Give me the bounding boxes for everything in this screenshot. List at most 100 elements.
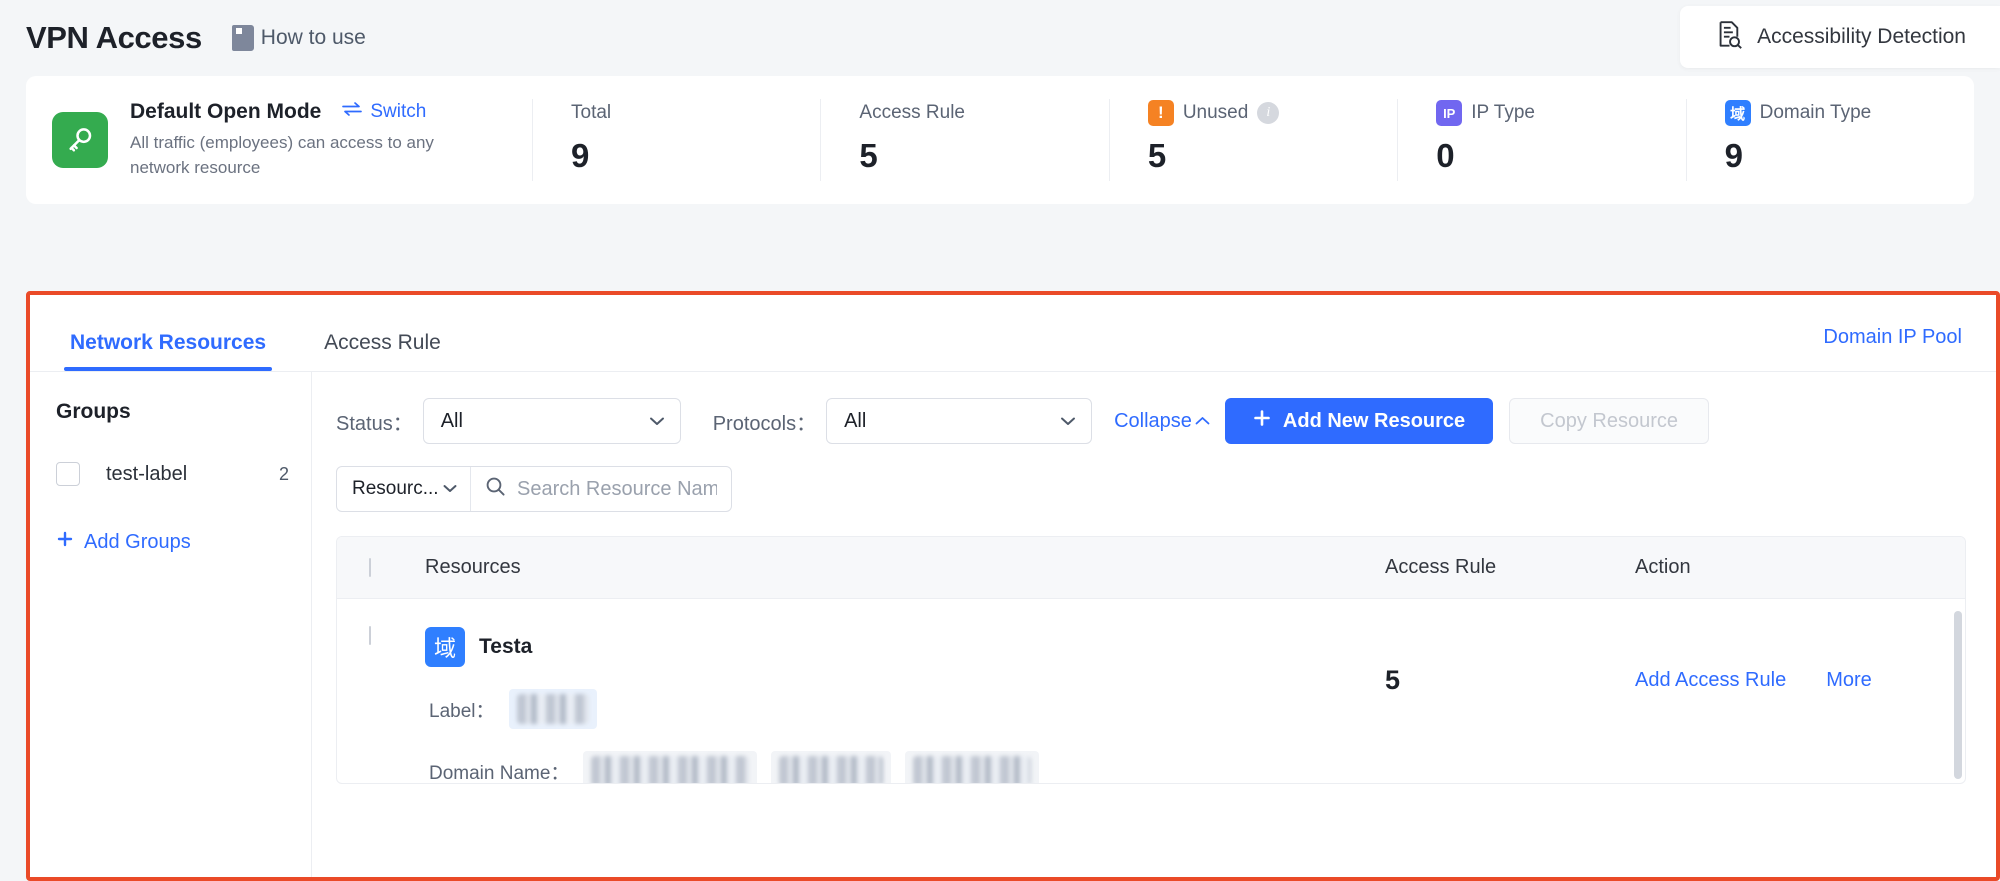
stat-label: Unused [1182,102,1249,123]
panel-body: Groups test-label 2 Add Groups Status： A… [30,371,1996,877]
mode-title: Default Open Mode [130,100,322,124]
resource-name: Testa [479,635,533,658]
stat-access-rule: Access Rule 5 [820,99,1108,181]
stat-ip-type: IP IP Type 0 [1397,99,1685,181]
table-vertical-scrollbar[interactable] [1954,611,1962,779]
domain-value-redacted [905,751,1040,783]
resource-label-field: Label： [429,700,495,722]
stat-unused: ! Unused i 5 [1108,99,1397,181]
row-checkbox[interactable] [369,626,371,645]
chevron-down-icon [1059,410,1077,433]
swap-arrows-icon [341,101,363,123]
chevron-down-icon [442,478,458,500]
add-groups-label: Add Groups [84,530,191,553]
domain-ip-pool-link[interactable]: Domain IP Pool [1823,326,1962,349]
search-group: Resourc... [336,466,732,512]
stat-label: IP Type [1471,102,1535,123]
domain-type-icon: 域 [425,627,465,667]
copy-resource-button[interactable]: Copy Resource [1509,398,1710,444]
group-checkbox[interactable] [56,462,80,486]
status-filter-label: Status： [336,412,413,435]
select-all-cell [369,557,425,577]
switch-mode-link[interactable]: Switch [341,101,426,123]
add-new-resource-button[interactable]: Add New Resource [1224,398,1494,444]
stat-value: 5 [859,137,878,174]
search-row: Resourc... [336,466,1966,512]
key-icon [52,112,108,168]
chevron-down-icon [648,410,666,433]
select-all-checkbox[interactable] [369,557,371,577]
search-input-wrap [471,467,731,511]
column-header-action: Action [1635,556,1691,578]
stat-domain-type: 域 Domain Type 9 [1685,99,1974,181]
stat-label: Domain Type [1759,102,1872,123]
panel-tabs: Network Resources Access Rule Domain IP … [30,295,1996,371]
info-icon[interactable]: i [1257,102,1280,124]
chevron-up-icon [1194,410,1211,433]
resources-panel: Network Resources Access Rule Domain IP … [26,291,2000,881]
resources-table: Resources Access Rule Action 域 Testa Lab… [336,536,1966,784]
resource-label-row: Label： [429,689,1385,729]
accessibility-detection-button[interactable]: Accessibility Detection [1680,6,2000,68]
status-filter-select[interactable]: All [422,398,681,444]
search-icon [485,476,506,502]
more-actions-link[interactable]: More [1826,669,1872,692]
row-action-cell: Add Access Rule More [1635,627,1965,783]
resource-domain-field: Domain Name： [429,762,570,784]
search-kind-select[interactable]: Resourc... [337,467,471,511]
default-mode-block: Default Open Mode Switch All traffic (em… [52,100,532,179]
search-kind-value: Resourc... [352,478,439,499]
summary-card: Default Open Mode Switch All traffic (em… [26,76,1974,204]
content-pane: Status： All Protocols： All Collapse Add … [312,372,1996,877]
how-to-use-link[interactable]: How to use [231,25,366,51]
stat-total: Total 9 [532,99,820,181]
table-header-row: Resources Access Rule Action [337,537,1965,599]
accessibility-detection-label: Accessibility Detection [1757,25,1966,48]
warning-badge-icon: ! [1147,100,1174,126]
domain-value-redacted [583,751,758,783]
group-item-count: 2 [278,463,289,484]
resource-label-value-redacted [508,689,597,729]
book-icon [231,25,254,51]
mode-description: All traffic (employees) can access to an… [130,133,434,177]
mode-text: Default Open Mode Switch All traffic (em… [130,100,460,179]
domain-value-redacted [771,751,892,783]
search-input[interactable] [517,477,717,501]
stat-value: 0 [1436,137,1455,174]
group-item-test-label[interactable]: test-label 2 [56,462,289,486]
collapse-toggle[interactable]: Collapse [1114,410,1211,433]
groups-pane: Groups test-label 2 Add Groups [30,372,312,877]
add-access-rule-link[interactable]: Add Access Rule [1635,669,1786,692]
document-search-icon [1716,20,1743,54]
table-row: 域 Testa Label： Domain Name： 5 Add Access… [337,599,1965,784]
page-header: VPN Access How to use Accessibility Dete… [0,0,2000,76]
protocols-filter-value: All [844,409,867,432]
column-header-access-rule: Access Rule [1385,556,1497,578]
stat-value: 9 [1724,137,1743,174]
resource-domain-row: Domain Name： [429,751,1385,784]
access-rule-count: 5 [1385,665,1401,695]
add-groups-button[interactable]: Add Groups [56,530,289,554]
row-access-rule-cell: 5 [1385,627,1635,783]
tab-network-resources[interactable]: Network Resources [64,331,273,371]
stat-label: Access Rule [859,102,966,123]
switch-mode-label: Switch [370,101,427,123]
filter-row: Status： All Protocols： All Collapse Add … [336,398,1966,444]
tab-access-rule[interactable]: Access Rule [318,331,447,371]
ip-badge-icon: IP [1436,100,1463,126]
stat-label: Total [571,102,612,123]
row-select-cell [369,626,425,783]
copy-resource-label: Copy Resource [1540,409,1679,432]
stat-value: 5 [1147,137,1167,174]
group-item-label: test-label [106,462,188,485]
add-new-resource-label: Add New Resource [1282,409,1466,432]
status-filter-value: All [440,409,463,432]
plus-icon [56,530,74,554]
groups-title: Groups [56,400,131,423]
protocols-filter-select[interactable]: All [826,398,1093,444]
collapse-label: Collapse [1114,409,1192,432]
protocols-filter-label: Protocols： [712,412,817,435]
domain-badge-icon: 域 [1724,100,1751,126]
how-to-use-label: How to use [260,26,366,49]
plus-icon [1253,409,1271,433]
